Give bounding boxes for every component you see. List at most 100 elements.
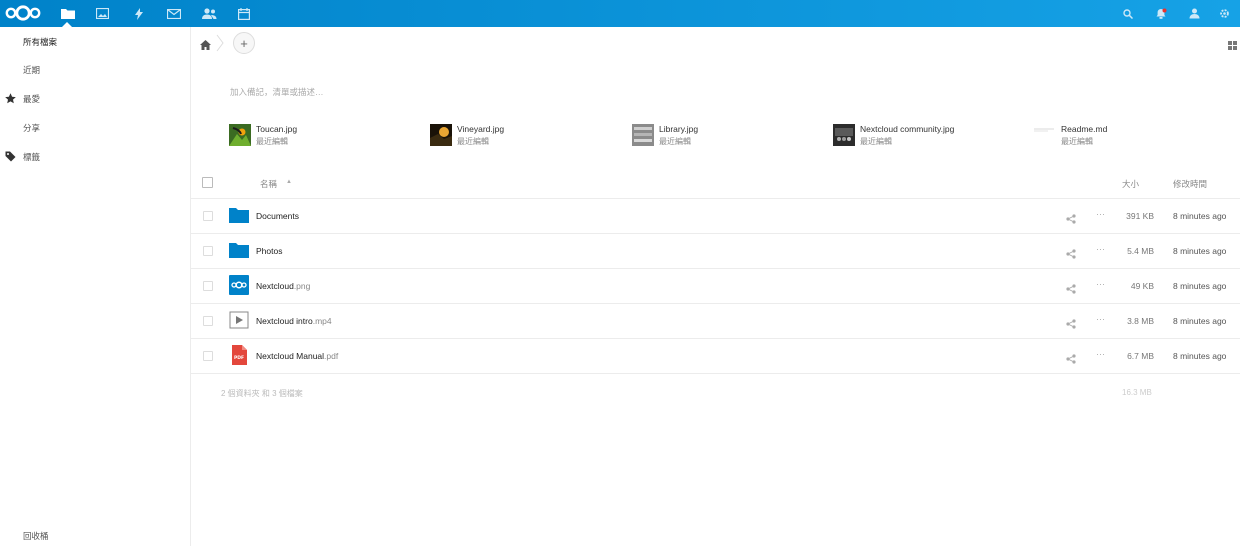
recent-file-subtitle: 最近編輯 [659,137,691,146]
settings-icon[interactable] [1214,4,1234,23]
column-header-modified[interactable]: 修改時間 [1173,178,1207,190]
share-icon[interactable] [1066,351,1076,369]
table-row[interactable]: Nextcloud intro.mp4 ··· 3.8 MB 8 minutes… [190,304,1240,339]
more-actions-icon[interactable]: ··· [1096,209,1105,219]
file-name[interactable]: Documents [256,211,299,221]
sidebar-item-favorites[interactable]: 最愛 [0,86,189,112]
sidebar-item-all-files[interactable]: 所有檔案 [0,29,189,55]
recent-file-name: Toucan.jpg [256,124,298,134]
vineyard-thumbnail-icon [430,124,452,146]
file-size: 5.4 MB [1127,246,1154,256]
sidebar-item-label: 最愛 [23,94,41,104]
more-actions-icon[interactable]: ··· [1096,279,1105,289]
file-modified: 8 minutes ago [1173,211,1227,221]
table-row[interactable]: Documents ··· 391 KB 8 minutes ago [190,199,1240,234]
pdf-file-icon: PDF [229,345,249,365]
video-file-icon [229,310,249,330]
folder-description-input[interactable]: 加入備記，清單或描述… [230,86,324,98]
more-actions-icon[interactable]: ··· [1096,244,1105,254]
row-checkbox[interactable] [203,316,213,326]
recent-file-name: Vineyard.jpg [457,124,505,134]
folder-icon [229,205,249,225]
row-checkbox[interactable] [203,211,213,221]
table-row[interactable]: Photos ··· 5.4 MB 8 minutes ago [190,234,1240,269]
toucan-thumbnail-icon [229,124,251,146]
sidebar-item-tags[interactable]: 標籤 [0,144,189,170]
file-name[interactable]: Photos [256,246,282,256]
grid-view-toggle-icon[interactable] [1228,37,1237,55]
sidebar-item-label: 標籤 [23,152,41,162]
file-size: 49 KB [1130,281,1154,291]
contacts-icon[interactable] [198,4,220,23]
file-size: 3.8 MB [1127,316,1154,326]
file-basename: Nextcloud Manual [256,351,325,361]
file-size: 391 KB [1126,211,1154,221]
sidebar-item-label: 近期 [23,65,41,75]
select-all-checkbox[interactable] [202,177,213,188]
recent-file-subtitle: 最近編輯 [256,137,288,146]
nextcloud-logo-icon[interactable] [4,3,44,23]
row-checkbox[interactable] [203,351,213,361]
file-extension: .pdf [324,351,339,361]
file-basename: Documents [256,211,299,221]
row-checkbox[interactable] [203,281,213,291]
recent-file-subtitle: 最近編輯 [860,137,892,146]
file-list-summary: 2 個資料夾 和 3 個檔案 [221,389,303,398]
more-actions-icon[interactable]: ··· [1096,314,1105,324]
sidebar-item-recent[interactable]: 近期 [0,57,189,83]
file-size: 6.7 MB [1127,351,1154,361]
recent-file-name: Readme.md [1061,124,1108,134]
files-icon[interactable] [57,4,79,23]
sidebar-item-label: 分享 [23,123,41,133]
library-thumbnail-icon [632,124,654,146]
sidebar-item-trash[interactable]: 回收桶 [23,530,49,542]
share-icon[interactable] [1066,246,1076,264]
share-icon[interactable] [1066,281,1076,299]
more-actions-icon[interactable]: ··· [1096,349,1105,359]
file-modified: 8 minutes ago [1173,246,1227,256]
sort-ascending-icon: ▲ [286,179,292,185]
file-modified: 8 minutes ago [1173,316,1227,326]
image-file-icon [229,275,249,295]
file-name[interactable]: Nextcloud.png [256,281,310,291]
file-name[interactable]: Nextcloud Manual.pdf [256,351,338,361]
activity-icon[interactable] [128,4,150,23]
total-size: 16.3 MB [1122,388,1152,397]
calendar-icon[interactable] [233,4,255,23]
text-file-thumbnail-icon [1034,124,1056,146]
file-basename: Nextcloud intro [256,316,313,326]
file-basename: Photos [256,246,283,256]
file-name[interactable]: Nextcloud intro.mp4 [256,316,332,326]
recent-file-subtitle: 最近編輯 [457,137,489,146]
recent-file-subtitle: 最近編輯 [1061,137,1093,146]
file-extension: .png [293,281,311,291]
row-checkbox[interactable] [203,246,213,256]
home-icon[interactable] [200,37,211,55]
star-icon [5,93,17,105]
file-list-header: 名稱 ▲ 大小 修改時間 [190,170,1240,199]
column-header-name[interactable]: 名稱 [260,178,277,190]
app-navigation-sidebar: 所有檔案 近期 最愛 分享 標籤 [0,27,191,546]
column-header-size[interactable]: 大小 [1122,178,1139,190]
sidebar-item-label: 所有檔案 [23,37,58,47]
breadcrumb-separator-icon [216,34,224,57]
notifications-icon[interactable] [1151,4,1171,23]
search-icon[interactable] [1118,4,1138,23]
contacts-menu-icon[interactable] [1184,4,1204,23]
recent-file-name: Nextcloud community.jpg [860,124,955,134]
file-extension: .mp4 [312,316,332,326]
mail-icon[interactable] [163,4,185,23]
community-thumbnail-icon [833,124,855,146]
folder-icon [229,240,249,260]
share-icon[interactable] [1066,316,1076,334]
new-file-button[interactable]: + [233,32,255,54]
file-basename: Nextcloud [256,281,294,291]
share-icon[interactable] [1066,211,1076,229]
table-row[interactable]: Nextcloud.png ··· 49 KB 8 minutes ago [190,269,1240,304]
svg-text:PDF: PDF [234,355,244,361]
sidebar-item-shares[interactable]: 分享 [0,115,189,141]
top-bar [0,0,1240,27]
table-row[interactable]: PDF Nextcloud Manual.pdf ··· 6.7 MB 8 mi… [190,339,1240,374]
photos-icon[interactable] [91,4,113,23]
file-modified: 8 minutes ago [1173,281,1227,291]
